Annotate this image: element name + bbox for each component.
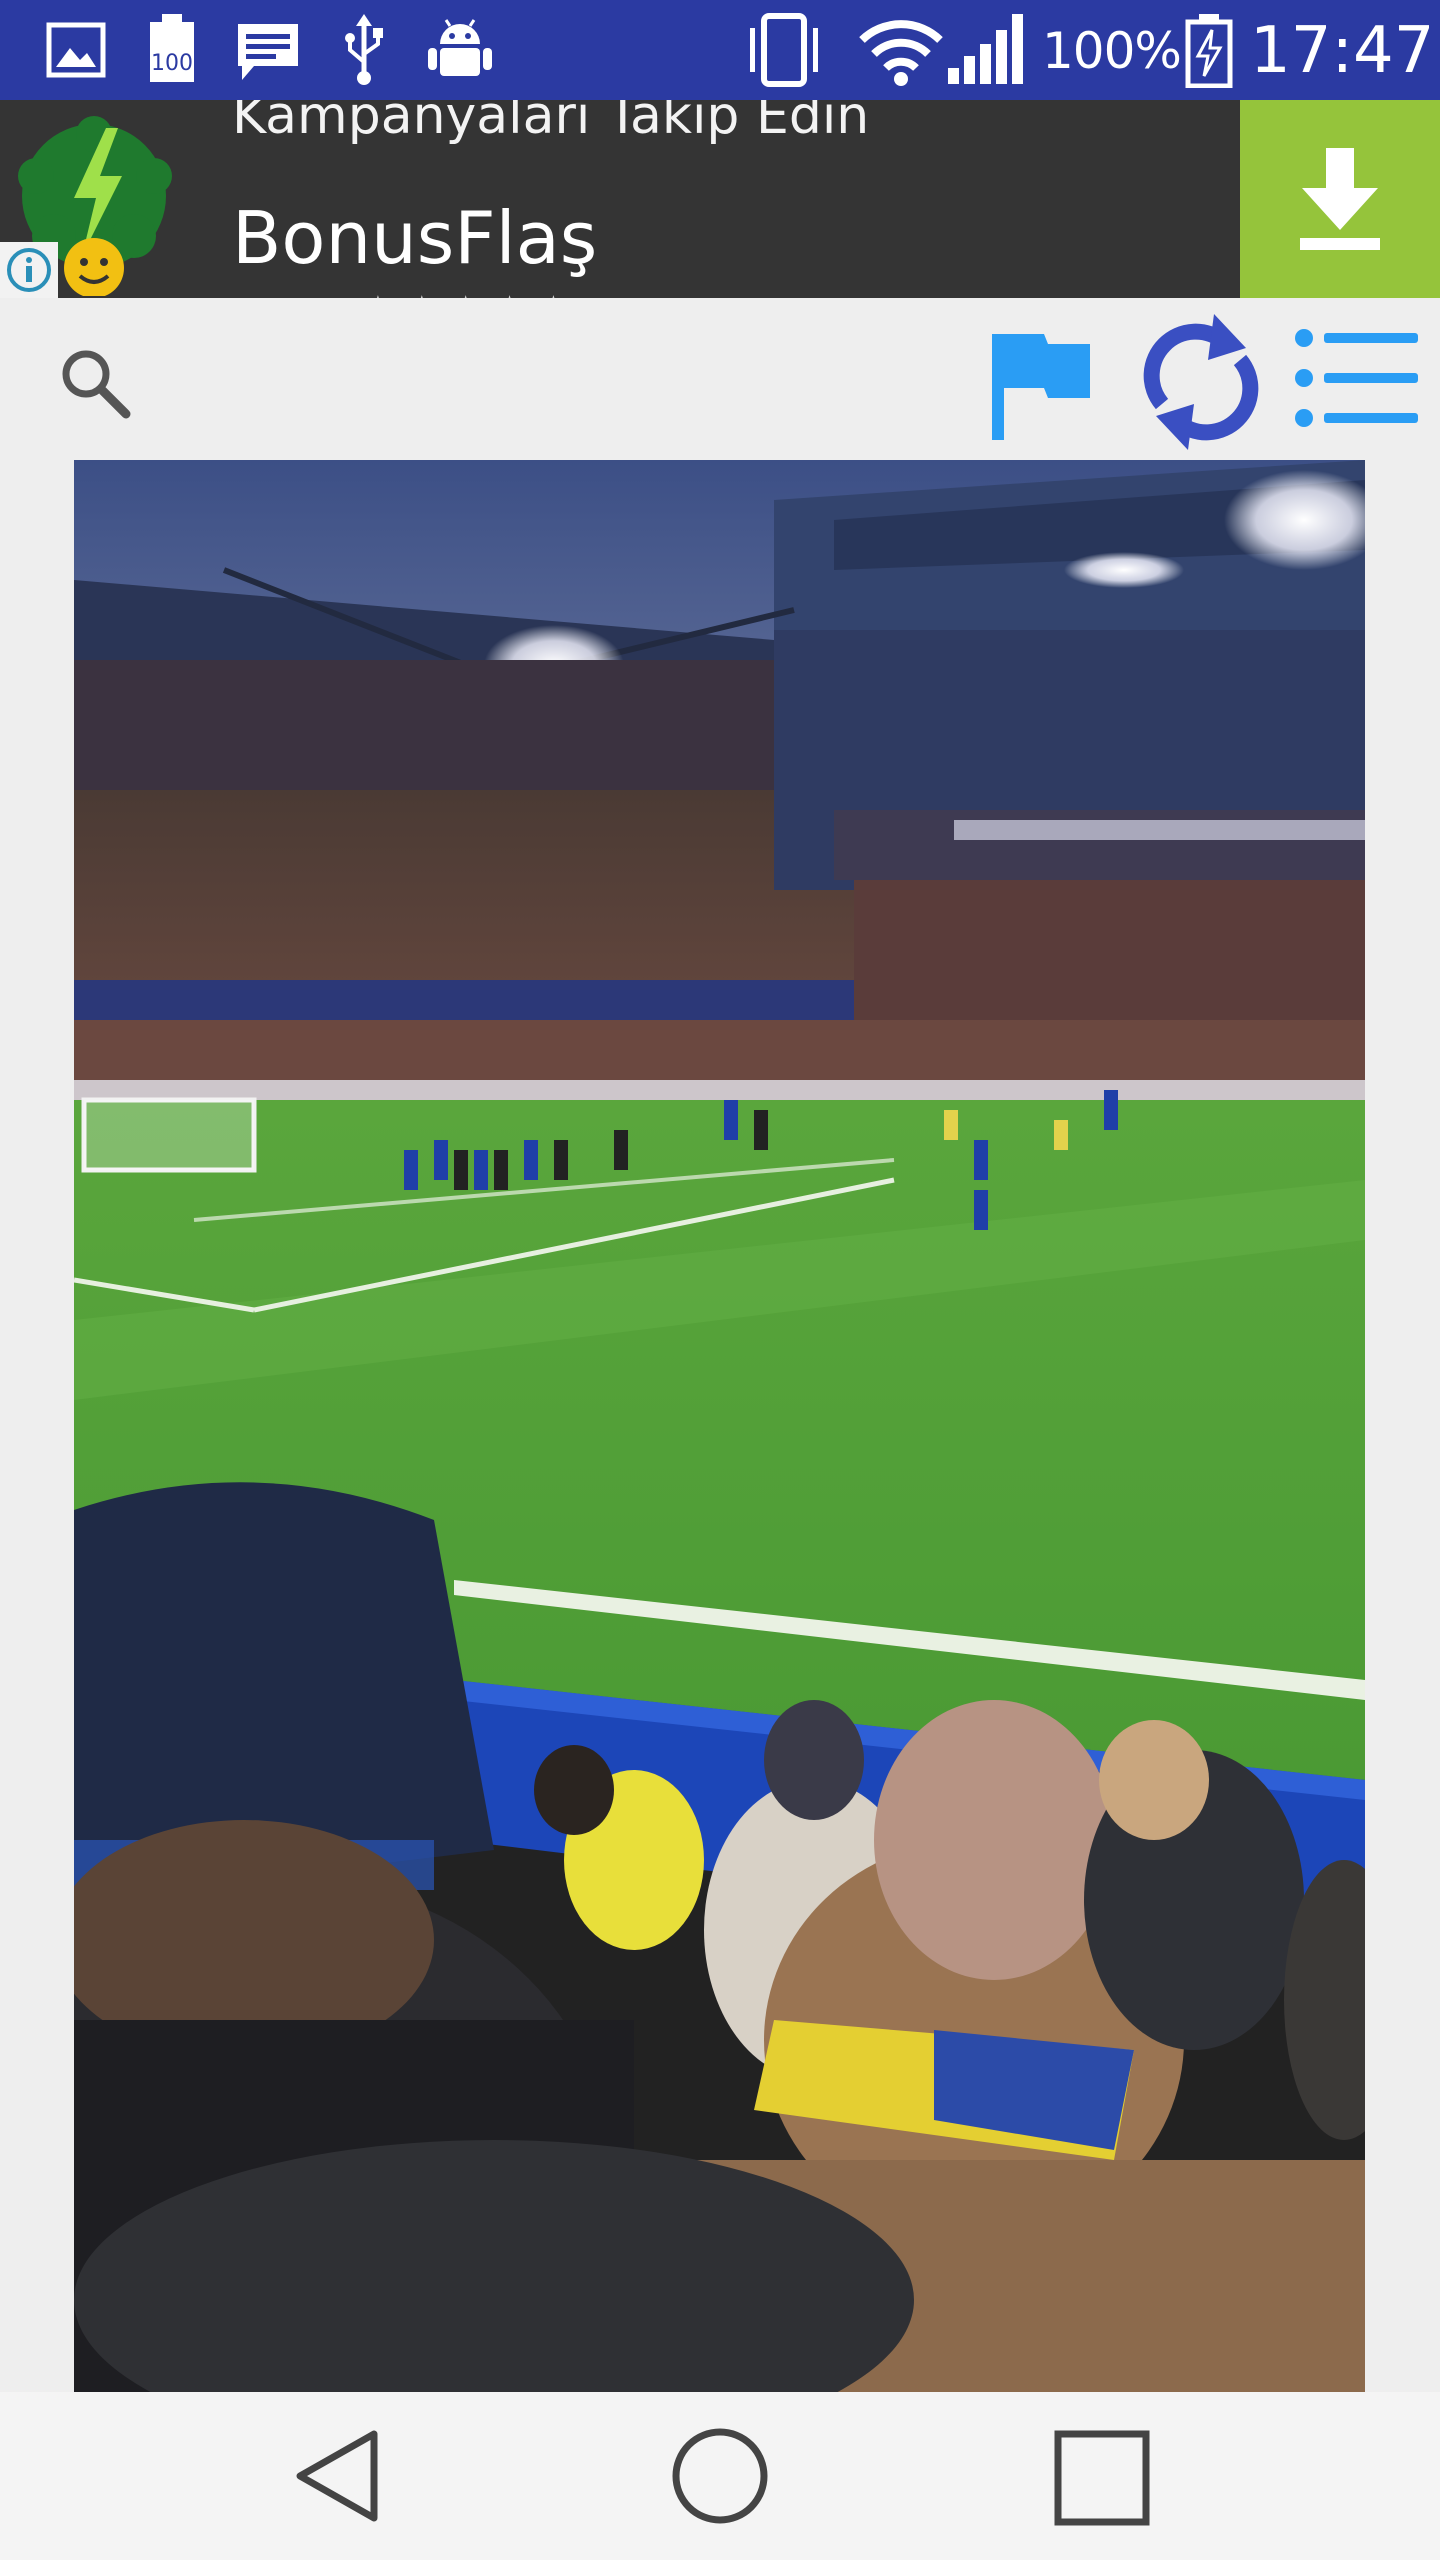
battery-percent: 100% bbox=[1042, 22, 1182, 80]
home-icon[interactable] bbox=[670, 2426, 770, 2526]
toolbar bbox=[0, 298, 1440, 458]
back-icon[interactable] bbox=[290, 2426, 390, 2526]
image-icon bbox=[46, 22, 106, 78]
wifi-icon bbox=[859, 20, 943, 86]
usb-icon bbox=[345, 14, 383, 85]
status-bar: 100 100% 17:47 bbox=[0, 0, 1440, 100]
stadium-photo[interactable] bbox=[74, 460, 1365, 2392]
battery-charging-icon bbox=[1185, 14, 1233, 88]
refresh-icon[interactable] bbox=[1142, 308, 1260, 456]
ad-banner[interactable]: Kampanyaları Takip Edin BonusFlaş ★★★★★ bbox=[0, 100, 1440, 298]
menu-list-icon[interactable] bbox=[1292, 324, 1422, 434]
recents-icon[interactable] bbox=[1052, 2428, 1152, 2528]
ad-download-button[interactable] bbox=[1240, 100, 1440, 298]
stadium-photo-image bbox=[74, 460, 1365, 2392]
message-icon bbox=[238, 24, 298, 80]
signal-icon bbox=[948, 14, 1023, 84]
vibrate-icon bbox=[750, 13, 818, 87]
battery-100-icon: 100 bbox=[150, 14, 194, 82]
ad-info-button[interactable] bbox=[0, 242, 58, 298]
ad-rating-stars: ★★★★★ bbox=[360, 288, 579, 298]
download-icon bbox=[1300, 148, 1380, 250]
info-icon bbox=[7, 248, 51, 292]
battery-badge-text: 100 bbox=[151, 51, 193, 76]
clock: 17:47 bbox=[1250, 14, 1435, 88]
android-debug-icon bbox=[428, 19, 492, 76]
ad-title: BonusFlaş bbox=[232, 196, 598, 280]
navigation-bar bbox=[0, 2392, 1440, 2560]
flag-icon[interactable] bbox=[986, 326, 1098, 442]
ad-subtitle: Kampanyaları Takip Edin bbox=[232, 100, 870, 146]
search-icon[interactable] bbox=[56, 344, 136, 424]
